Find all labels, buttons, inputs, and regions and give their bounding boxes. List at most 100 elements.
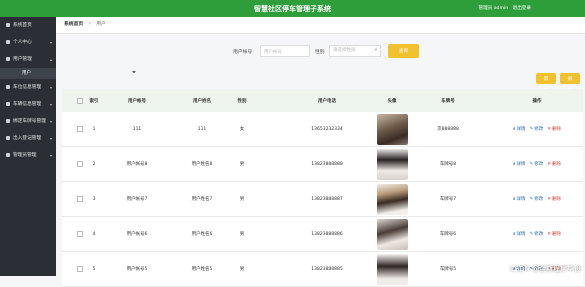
table-row: 5 用户帐号5 用户姓名5 男 13823888885 车牌号5 ⌕详情 ✎修改… — [62, 252, 583, 287]
row-account: 用户帐号5 — [126, 267, 148, 272]
avatar — [376, 148, 408, 180]
avatar — [376, 218, 408, 250]
breadcrumb-home[interactable]: 系统首页 — [64, 22, 83, 27]
avatar — [376, 113, 408, 145]
chevron-up-icon: ▴ — [49, 57, 52, 62]
gender-select[interactable]: 请选择性别 ▾ — [329, 45, 381, 57]
sidebar-item-vehicle[interactable]: 车辆信息管理 ▾ — [0, 96, 56, 113]
search-bar: 用户帐号 性别 请选择性别 ▾ 查询 — [56, 34, 585, 68]
view-button[interactable]: ⌕详情 — [513, 231, 526, 237]
row-actions: ⌕详情 ✎修改 ✕删除 — [492, 147, 582, 181]
row-gender: 女 — [239, 127, 245, 132]
row-avatar — [372, 252, 412, 286]
edit-icon: ✎ — [529, 162, 534, 167]
delete-button[interactable]: ✕删除 — [547, 231, 561, 237]
view-button[interactable]: ⌕详情 — [513, 126, 526, 132]
view-button[interactable]: ⌕详情 — [513, 161, 526, 167]
row-plate: 车牌号5 — [439, 267, 457, 272]
user-area: 管理员 admin 退出登录 — [476, 5, 532, 11]
table-row: 3 用户帐号7 用户姓名7 男 13823888887 车牌号7 ⌕详情 ✎修改… — [62, 182, 583, 217]
account-label: 用户帐号 — [233, 50, 253, 55]
batch-delete-button[interactable]: 删除 — [560, 73, 580, 93]
row-plate: 车牌号8 — [439, 162, 457, 167]
view-button[interactable]: ⌕详情 — [513, 196, 526, 202]
add-button[interactable]: 新增 — [536, 73, 556, 93]
row-actions: ⌕详情 ✎修改 ✕删除 — [492, 182, 582, 216]
breadcrumb-separator: › — [88, 22, 91, 27]
sidebar-item-home[interactable]: 系统首页 — [0, 17, 56, 34]
watermark: CSDN @金斯程序毕设 — [509, 265, 581, 273]
breadcrumb-current: 用户 — [96, 22, 106, 27]
sidebar-item-profile[interactable]: 个人中心 ▾ — [0, 34, 56, 51]
col-plate: 车牌号 — [441, 98, 455, 104]
table-row: 1 111 111 女 13653232334 京888888 ⌕详情 ✎修改 … — [62, 112, 583, 147]
current-user: 管理员 admin — [478, 6, 509, 11]
edit-button[interactable]: ✎修改 — [529, 126, 543, 132]
edit-button[interactable]: ✎修改 — [529, 231, 543, 237]
edit-icon: ✎ — [529, 232, 534, 237]
row-phone: 13653232334 — [311, 126, 343, 132]
row-phone: 13823888886 — [311, 231, 343, 237]
row-index: 3 — [92, 196, 96, 202]
row-plate: 京888888 — [437, 127, 459, 132]
sidebar-item-admin[interactable]: 管理员管理 ▾ — [0, 147, 56, 164]
chevron-down-icon: ▾ — [49, 136, 52, 141]
row-gender: 男 — [239, 197, 245, 202]
edit-button[interactable]: ✎修改 — [529, 196, 543, 202]
logout-link[interactable]: 退出登录 — [513, 6, 531, 11]
car-icon — [6, 101, 10, 106]
chevron-down-icon: ▾ — [49, 40, 52, 45]
sidebar-item-entry-log[interactable]: 出入登记管理 ▾ — [0, 130, 56, 147]
col-index: 索引 — [89, 98, 99, 104]
sidebar-item-parking-space[interactable]: 车位信息管理 ▾ — [0, 79, 56, 96]
close-icon: ✕ — [547, 197, 552, 202]
col-account: 用户帐号 — [128, 98, 146, 104]
row-index: 2 — [92, 161, 96, 167]
gender-label: 性别 — [315, 50, 325, 55]
delete-button[interactable]: ✕删除 — [547, 196, 561, 202]
breadcrumb: 系统首页 › 用户 — [56, 17, 585, 34]
row-avatar — [372, 147, 412, 181]
col-gender: 性别 — [237, 98, 247, 104]
delete-button[interactable]: ✕删除 — [547, 161, 561, 167]
avatar — [376, 253, 408, 285]
row-phone: 13823888888 — [311, 161, 343, 167]
table-header: 索引 用户帐号 用户姓名 性别 用户电话 头像 车牌号 操作 — [62, 89, 583, 112]
edit-button[interactable]: ✎修改 — [529, 161, 543, 167]
row-index: 1 — [92, 126, 96, 132]
delete-button[interactable]: ✕删除 — [547, 126, 561, 132]
mouse-cursor: ⌖ — [132, 68, 136, 76]
row-plate: 车牌号7 — [439, 197, 457, 202]
col-phone: 用户电话 — [318, 98, 336, 104]
row-phone: 13823888887 — [311, 196, 343, 202]
table-row: 4 用户帐号6 用户姓名6 男 13823888886 车牌号6 ⌕详情 ✎修改… — [62, 217, 583, 252]
row-account: 用户帐号8 — [126, 162, 148, 167]
plate-icon — [6, 118, 10, 123]
row-plate: 车牌号6 — [439, 232, 457, 237]
col-actions: 操作 — [532, 98, 542, 104]
row-gender: 男 — [239, 162, 245, 167]
row-account: 111 — [132, 126, 142, 132]
sidebar-item-bind-plate[interactable]: 绑定车牌号管理 ▾ — [0, 113, 56, 130]
sidebar-subitem-user[interactable]: 用户 — [0, 68, 56, 79]
chevron-down-icon: ▾ — [49, 85, 52, 90]
account-search-input[interactable] — [260, 45, 310, 57]
row-actions: ⌕详情 ✎修改 ✕删除 — [492, 112, 582, 146]
close-icon: ✕ — [547, 162, 552, 167]
row-index: 4 — [92, 231, 96, 237]
user-icon — [6, 39, 10, 44]
parking-icon — [6, 84, 10, 89]
row-avatar — [372, 112, 412, 146]
sidebar-item-user-mgmt[interactable]: 用户管理 ▴ — [0, 51, 56, 68]
query-button[interactable]: 查询 — [388, 44, 419, 58]
home-icon — [6, 22, 10, 27]
col-avatar: 头像 — [387, 98, 397, 104]
row-gender: 男 — [239, 267, 245, 272]
close-icon: ✕ — [547, 127, 552, 132]
row-account: 用户帐号7 — [126, 197, 148, 202]
row-index: 5 — [92, 266, 96, 272]
row-account: 用户帐号6 — [126, 232, 148, 237]
chevron-down-icon: ▾ — [49, 153, 52, 158]
admin-icon — [6, 152, 10, 157]
table-row: 2 用户帐号8 用户姓名8 男 13823888888 车牌号8 ⌕详情 ✎修改… — [62, 147, 583, 182]
